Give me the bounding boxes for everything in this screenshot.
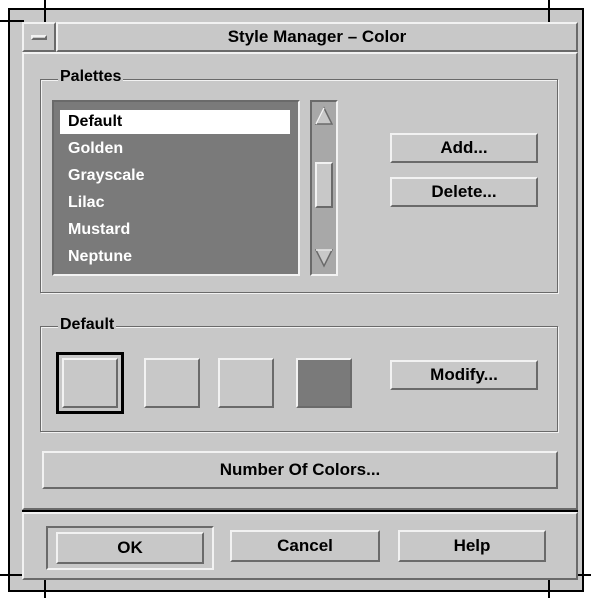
- number-of-colors-label: Number Of Colors...: [219, 460, 381, 479]
- modify-label: Modify...: [430, 365, 498, 384]
- ok-button[interactable]: OK: [56, 532, 204, 564]
- scroll-thumb[interactable]: [315, 162, 333, 208]
- color-swatch-1[interactable]: [62, 358, 118, 408]
- ok-label: OK: [117, 538, 143, 557]
- palette-list-item-default[interactable]: Default: [60, 110, 290, 134]
- window-title: Style Manager – Color: [227, 27, 407, 46]
- frame-corner-line: [0, 20, 24, 22]
- add-palette-label: Add...: [440, 138, 488, 157]
- palette-colors-group-title: Default: [58, 316, 117, 334]
- frame-corner-line: [44, 0, 46, 24]
- palettes-group-title: Palettes: [58, 68, 124, 86]
- cancel-label: Cancel: [277, 536, 333, 555]
- window-menu-icon: [31, 34, 47, 40]
- title-bar[interactable]: Style Manager – Color: [56, 22, 578, 52]
- frame-corner-line: [548, 0, 550, 24]
- color-swatch-2[interactable]: [144, 358, 200, 408]
- window-menu-button[interactable]: [22, 22, 56, 52]
- number-of-colors-button[interactable]: Number Of Colors...: [42, 451, 558, 489]
- scroll-down-arrow-icon[interactable]: [315, 248, 333, 268]
- color-swatch-4[interactable]: [296, 358, 352, 408]
- palette-list-item-golden[interactable]: Golden: [60, 137, 290, 161]
- frame-corner-line: [0, 574, 24, 576]
- delete-palette-button[interactable]: Delete...: [390, 177, 538, 207]
- scroll-up-arrow-icon[interactable]: [315, 106, 333, 126]
- modify-button[interactable]: Modify...: [390, 360, 538, 390]
- color-swatch-3[interactable]: [218, 358, 274, 408]
- palette-list[interactable]: Default Golden Grayscale Lilac Mustard N…: [52, 100, 300, 276]
- help-label: Help: [453, 536, 491, 555]
- help-button[interactable]: Help: [398, 530, 546, 562]
- add-palette-button[interactable]: Add...: [390, 133, 538, 163]
- palette-list-item-mustard[interactable]: Mustard: [60, 218, 290, 242]
- palette-list-item-grayscale[interactable]: Grayscale: [60, 164, 290, 188]
- cancel-button[interactable]: Cancel: [230, 530, 380, 562]
- palette-scrollbar[interactable]: [310, 100, 338, 276]
- palette-list-item-lilac[interactable]: Lilac: [60, 191, 290, 215]
- palette-list-item-neptune[interactable]: Neptune: [60, 245, 290, 269]
- delete-palette-label: Delete...: [431, 182, 497, 201]
